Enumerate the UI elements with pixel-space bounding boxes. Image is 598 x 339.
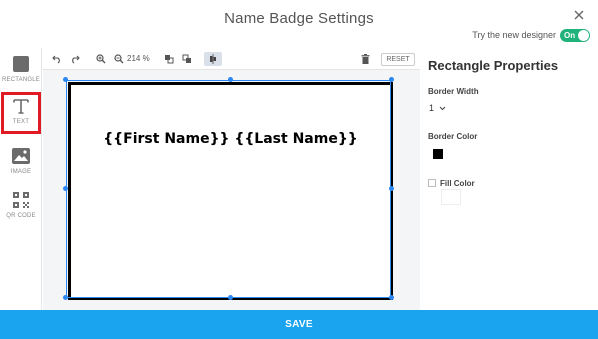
resize-handle-bottom[interactable] xyxy=(228,295,233,300)
resize-handle-left[interactable] xyxy=(63,186,68,191)
resize-handle-bottom-left[interactable] xyxy=(63,295,68,300)
properties-panel: Rectangle Properties Border Width 1 Bord… xyxy=(421,48,598,310)
resize-handle-top-right[interactable] xyxy=(389,77,394,82)
toggle-state-label: On xyxy=(564,30,576,40)
toggle-knob xyxy=(578,29,589,41)
border-color-swatch[interactable] xyxy=(433,149,443,159)
border-width-label: Border Width xyxy=(428,87,479,96)
bring-forward-icon[interactable] xyxy=(163,52,175,66)
zoom-in-icon[interactable] xyxy=(95,52,107,66)
dialog-title: Name Badge Settings xyxy=(224,10,374,27)
tool-text[interactable]: TEXT xyxy=(1,92,41,134)
element-toolbox: RECTANGLE TEXT IMAGE QR CODE xyxy=(0,48,42,310)
badge-rectangle[interactable]: {{First Name}} {{Last Name}} xyxy=(68,82,393,300)
tool-label: IMAGE xyxy=(10,169,32,175)
name-merge-field[interactable]: {{First Name}} {{Last Name}} xyxy=(71,131,390,147)
qr-code-icon xyxy=(12,190,30,210)
resize-handle-bottom-right[interactable] xyxy=(389,295,394,300)
badge-canvas[interactable]: {{First Name}} {{Last Name}} xyxy=(63,77,394,300)
trash-icon[interactable] xyxy=(359,52,371,66)
badge-settings-dialog: Name Badge Settings Try the new designer… xyxy=(0,0,598,339)
zoom-out-icon[interactable] xyxy=(113,52,125,66)
tool-image[interactable]: IMAGE xyxy=(1,142,41,184)
tool-rectangle[interactable]: RECTANGLE xyxy=(1,50,41,92)
tool-label: TEXT xyxy=(12,119,30,125)
align-center-icon[interactable] xyxy=(204,52,222,66)
redo-icon[interactable] xyxy=(69,52,81,66)
editor-toolbar: 214 % RESET xyxy=(43,48,420,70)
text-icon xyxy=(11,96,31,116)
resize-handle-right[interactable] xyxy=(389,186,394,191)
border-width-select[interactable]: 1 xyxy=(429,101,455,115)
new-designer-label: Try the new designer xyxy=(472,30,556,40)
tool-label: RECTANGLE xyxy=(1,77,41,83)
image-icon xyxy=(11,146,31,166)
save-button[interactable]: SAVE xyxy=(0,310,598,339)
new-designer-toggle[interactable]: On xyxy=(560,28,590,42)
resize-handle-top[interactable] xyxy=(228,77,233,82)
resize-handle-top-left[interactable] xyxy=(63,77,68,82)
border-color-label: Border Color xyxy=(428,132,478,141)
reset-button[interactable]: RESET xyxy=(381,53,415,66)
undo-icon[interactable] xyxy=(51,52,63,66)
fill-color-swatch[interactable] xyxy=(441,189,461,205)
zoom-level: 214 % xyxy=(127,54,150,63)
tool-label: QR CODE xyxy=(6,213,36,219)
fill-color-checkbox[interactable] xyxy=(428,179,436,187)
close-icon[interactable] xyxy=(572,8,586,22)
new-designer-switch: Try the new designer On xyxy=(472,28,590,42)
chevron-down-icon xyxy=(439,106,446,110)
rectangle-icon xyxy=(12,54,30,74)
tool-qr-code[interactable]: QR CODE xyxy=(1,186,41,228)
dialog-header: Name Badge Settings Try the new designer… xyxy=(0,0,598,42)
border-width-value: 1 xyxy=(429,103,435,113)
design-editor: 214 % RESET {{First Name}} {{Last Name}} xyxy=(43,48,420,310)
properties-title: Rectangle Properties xyxy=(428,58,559,73)
fill-color-label: Fill Color xyxy=(440,179,475,188)
send-backward-icon[interactable] xyxy=(181,52,193,66)
